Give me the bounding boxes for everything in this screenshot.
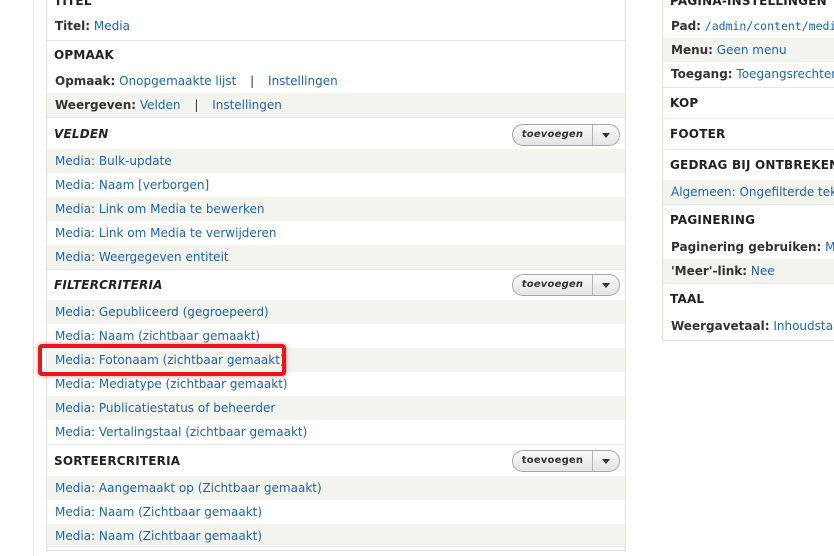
opmaak-value-link[interactable]: Onopgemaakte lijst	[119, 74, 236, 88]
weergeven-label: Weergeven:	[55, 98, 137, 112]
opmaak-row: Opmaak: Onopgemaakte lijst | Instellinge…	[47, 69, 625, 93]
meer-link-row: 'Meer'-link: Nee	[663, 259, 834, 283]
add-button-label: toevoegen	[521, 455, 584, 466]
toegang-link[interactable]: Toegangsrechten	[736, 67, 834, 81]
add-button-label: toevoegen	[521, 129, 584, 140]
velden-item-link[interactable]: Media: Link om Media te verwijderen	[55, 226, 276, 240]
gedrag-link[interactable]: Algemeen: Ongefilterde teks	[671, 185, 834, 199]
velden-add-button[interactable]: toevoegen	[512, 124, 620, 146]
gedrag-row: Algemeen: Ongefilterde teks	[663, 180, 834, 204]
chevron-down-icon	[602, 282, 610, 288]
sort-item: Media: Naam (Zichtbaar gemaakt)	[47, 500, 625, 524]
velden-item-link[interactable]: Media: Weergegeven entiteit	[55, 250, 229, 264]
velden-item-link[interactable]: Media: Link om Media te bewerken	[55, 202, 265, 216]
weergeven-settings-link[interactable]: Instellingen	[212, 98, 282, 112]
add-dropdown-toggle[interactable]	[592, 451, 619, 471]
sorteercriteria-header: SORTEERCRITERIA toevoegen	[47, 444, 625, 477]
velden-item-link[interactable]: Media: Bulk-update	[55, 154, 172, 168]
velden-item-link[interactable]: Media: Naam [verborgen]	[55, 178, 209, 192]
sort-item-link[interactable]: Media: Naam (Zichtbaar gemaakt)	[55, 505, 262, 519]
titel-row: Titel: Media	[47, 14, 625, 38]
paginering-label: Paginering gebruiken:	[671, 240, 822, 254]
pagina-instellingen-header: PAGINA-INSTELLINGEN	[670, 0, 827, 8]
filter-item-link[interactable]: Media: Vertalingstaal (zichtbaar gemaakt…	[55, 425, 307, 439]
velden-item: Media: Naam [verborgen]	[47, 173, 625, 197]
velden-item: Media: Link om Media te verwijderen	[47, 221, 625, 245]
meer-link[interactable]: Nee	[751, 264, 775, 278]
toegang-row: Toegang: Toegangsrechten	[663, 62, 834, 86]
pad-link[interactable]: /admin/content/medi	[705, 19, 834, 33]
weergavetaal-row: Weergavetaal: Inhoudstaal	[663, 314, 834, 338]
taal-header: TAAL	[663, 283, 834, 314]
velden-item: Media: Bulk-update	[47, 149, 625, 173]
add-dropdown-toggle[interactable]	[592, 275, 619, 295]
sort-item-link[interactable]: Media: Naam (Zichtbaar gemaakt)	[55, 529, 262, 543]
filter-item: Media: Publicatiestatus of beheerder	[47, 396, 625, 420]
left-gutter-line	[33, 0, 34, 556]
menu-link[interactable]: Geen menu	[717, 43, 787, 57]
sort-item: Media: Aangemaakt op (Zichtbaar gemaakt)	[47, 476, 625, 500]
menu-row: Menu: Geen menu	[663, 38, 834, 62]
add-button-label: toevoegen	[521, 279, 584, 290]
gedrag-header: GEDRAG BIJ ONTBREKEN V	[663, 149, 834, 180]
highlight-box	[38, 344, 286, 376]
titel-header: TITEL	[54, 0, 92, 8]
opmaak-settings-link[interactable]: Instellingen	[268, 74, 338, 88]
opmaak-header: OPMAAK	[47, 40, 625, 69]
chevron-down-icon	[602, 132, 610, 138]
paginering-header: PAGINERING	[663, 204, 834, 235]
left-column: TITEL Titel: Media OPMAAK Opmaak: Onopge…	[46, 0, 626, 551]
titel-label: Titel:	[55, 19, 91, 33]
separator: |	[194, 98, 199, 112]
pad-row: Pad: /admin/content/medi	[663, 14, 834, 38]
velden-item: Media: Link om Media te bewerken	[47, 197, 625, 221]
opmaak-label: Opmaak:	[55, 74, 116, 88]
chevron-down-icon	[602, 458, 610, 464]
filter-item: Media: Vertalingstaal (zichtbaar gemaakt…	[47, 420, 625, 444]
filter-item-link[interactable]: Media: Mediatype (zichtbaar gemaakt)	[55, 377, 288, 391]
paginering-row: Paginering gebruiken: Min	[663, 235, 834, 259]
sorteercriteria-add-button[interactable]: toevoegen	[512, 450, 620, 472]
titel-link[interactable]: Media	[94, 19, 130, 33]
filtercriteria-add-button[interactable]: toevoegen	[512, 274, 620, 296]
menu-label: Menu:	[671, 43, 713, 57]
velden-header: VELDEN toevoegen	[47, 117, 625, 150]
sort-item-link[interactable]: Media: Aangemaakt op (Zichtbaar gemaakt)	[55, 481, 322, 495]
filter-item-link[interactable]: Media: Naam (zichtbaar gemaakt)	[55, 329, 260, 343]
weergeven-row: Weergeven: Velden | Instellingen	[47, 93, 625, 117]
paginering-link[interactable]: Min	[825, 240, 834, 254]
weergavetaal-label: Weergavetaal:	[671, 319, 770, 333]
velden-item: Media: Weergegeven entiteit	[47, 245, 625, 269]
add-dropdown-toggle[interactable]	[592, 125, 619, 145]
weergavetaal-link[interactable]: Inhoudstaal	[773, 319, 834, 333]
filter-item-link[interactable]: Media: Publicatiestatus of beheerder	[55, 401, 275, 415]
separator: |	[250, 74, 255, 88]
footer-header: FOOTER	[663, 118, 834, 149]
filter-item: Media: Gepubliceerd (gegroepeerd)	[47, 300, 625, 324]
pad-label: Pad:	[671, 19, 701, 33]
filter-item-link[interactable]: Media: Gepubliceerd (gegroepeerd)	[55, 305, 269, 319]
kop-header: KOP	[663, 87, 834, 118]
filtercriteria-header: FILTERCRITERIA toevoegen	[47, 269, 625, 300]
right-column: PAGINA-INSTELLINGEN Pad: /admin/content/…	[662, 0, 834, 341]
sort-item: Media: Naam (Zichtbaar gemaakt)	[47, 524, 625, 548]
toegang-label: Toegang:	[671, 67, 733, 81]
meer-label: 'Meer'-link:	[671, 264, 748, 278]
weergeven-value-link[interactable]: Velden	[140, 98, 181, 112]
